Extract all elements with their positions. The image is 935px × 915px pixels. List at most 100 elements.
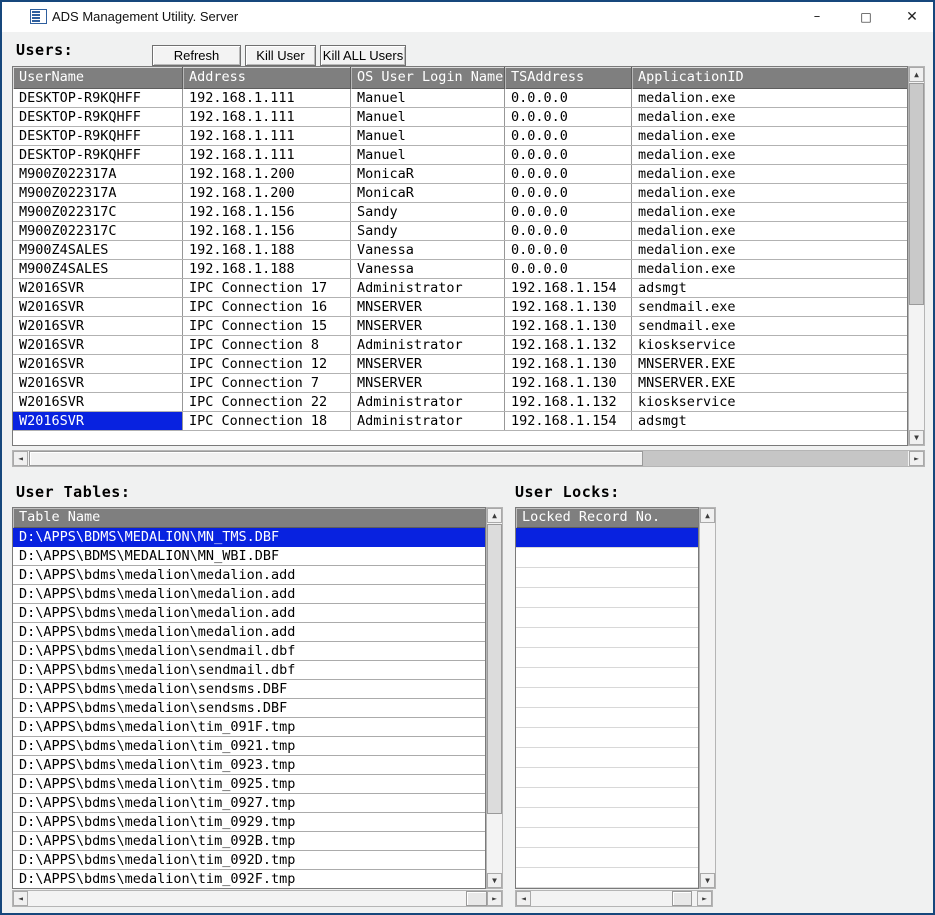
scroll-up-arrow-icon[interactable]: ▲ <box>700 508 715 523</box>
user-row[interactable]: W2016SVRIPC Connection 22Administrator19… <box>13 393 907 412</box>
users-hscroll-thumb[interactable] <box>29 451 643 466</box>
user-row[interactable]: W2016SVRIPC Connection 7MNSERVER192.168.… <box>13 374 907 393</box>
kill-user-button[interactable]: Kill User <box>245 45 316 66</box>
lock-row[interactable] <box>516 588 698 608</box>
user-row[interactable]: W2016SVRIPC Connection 15MNSERVER192.168… <box>13 317 907 336</box>
lock-row[interactable] <box>516 688 698 708</box>
user-row[interactable]: M900Z4SALES192.168.1.188Vanessa0.0.0.0me… <box>13 260 907 279</box>
user-row[interactable]: M900Z022317C192.168.1.156Sandy0.0.0.0med… <box>13 203 907 222</box>
table-row[interactable]: D:\APPS\bdms\medalion\tim_0925.tmp <box>13 775 485 794</box>
user-row[interactable]: W2016SVRIPC Connection 17Administrator19… <box>13 279 907 298</box>
user-tables-horizontal-scrollbar[interactable]: ◄ ► <box>12 890 503 907</box>
table-row[interactable]: D:\APPS\bdms\medalion\medalion.add <box>13 623 485 642</box>
scroll-right-arrow-icon[interactable]: ► <box>697 891 712 906</box>
titlebar[interactable]: ADS Management Utility. Server – □ ✕ <box>2 2 933 32</box>
users-table: UserName Address OS User Login Name TSAd… <box>12 66 908 446</box>
scroll-up-arrow-icon[interactable]: ▲ <box>909 67 924 82</box>
scroll-up-arrow-icon[interactable]: ▲ <box>487 508 502 523</box>
table-row[interactable]: D:\APPS\bdms\medalion\medalion.add <box>13 585 485 604</box>
kill-all-users-button[interactable]: Kill ALL Users <box>320 45 406 66</box>
user-cell: W2016SVR <box>13 355 183 373</box>
scroll-left-arrow-icon[interactable]: ◄ <box>516 891 531 906</box>
user-row[interactable]: W2016SVRIPC Connection 12MNSERVER192.168… <box>13 355 907 374</box>
lock-row[interactable] <box>516 628 698 648</box>
scroll-right-arrow-icon[interactable]: ► <box>909 451 924 466</box>
column-header-applicationid[interactable]: ApplicationID <box>632 67 907 89</box>
table-row[interactable]: D:\APPS\bdms\medalion\sendmail.dbf <box>13 661 485 680</box>
scroll-down-arrow-icon[interactable]: ▼ <box>487 873 502 888</box>
users-vscroll-thumb[interactable] <box>909 83 924 305</box>
lock-row[interactable] <box>516 868 698 888</box>
table-row[interactable]: D:\APPS\bdms\medalion\tim_0923.tmp <box>13 756 485 775</box>
user-tables-vscroll-thumb[interactable] <box>487 524 502 814</box>
user-tables-vertical-scrollbar[interactable]: ▲ ▼ <box>486 507 503 889</box>
table-row[interactable]: D:\APPS\bdms\medalion\tim_0921.tmp <box>13 737 485 756</box>
users-hscroll-track[interactable] <box>643 451 908 466</box>
table-row[interactable]: D:\APPS\bdms\medalion\sendmail.dbf <box>13 642 485 661</box>
minimize-button[interactable]: – <box>794 2 840 32</box>
table-row[interactable]: D:\APPS\bdms\medalion\sendsms.DBF <box>13 680 485 699</box>
column-header-tsaddress[interactable]: TSAddress <box>505 67 632 89</box>
table-row[interactable]: D:\APPS\bdms\medalion\tim_092D.tmp <box>13 851 485 870</box>
user-row[interactable]: W2016SVRIPC Connection 16MNSERVER192.168… <box>13 298 907 317</box>
lock-row[interactable] <box>516 668 698 688</box>
user-cell: W2016SVR <box>13 298 183 316</box>
lock-row[interactable] <box>516 728 698 748</box>
users-vertical-scrollbar[interactable]: ▲ ▼ <box>908 66 925 446</box>
user-row[interactable]: DESKTOP-R9KQHFF192.168.1.111Manuel0.0.0.… <box>13 127 907 146</box>
lock-row[interactable] <box>516 528 698 548</box>
user-row[interactable]: M900Z4SALES192.168.1.188Vanessa0.0.0.0me… <box>13 241 907 260</box>
refresh-button[interactable]: Refresh <box>152 45 241 66</box>
lock-row[interactable] <box>516 608 698 628</box>
user-locks-hscroll-thumb[interactable] <box>672 891 692 906</box>
user-row[interactable]: DESKTOP-R9KQHFF192.168.1.111Manuel0.0.0.… <box>13 146 907 165</box>
column-header-table-name[interactable]: Table Name <box>13 508 485 528</box>
column-header-os-user-login-name[interactable]: OS User Login Name <box>351 67 505 89</box>
user-cell: 192.168.1.111 <box>183 108 351 126</box>
users-horizontal-scrollbar[interactable]: ◄ ► <box>12 450 925 467</box>
table-row[interactable]: D:\APPS\bdms\medalion\medalion.add <box>13 604 485 623</box>
lock-row[interactable] <box>516 788 698 808</box>
table-row[interactable]: D:\APPS\bdms\medalion\tim_092F.tmp <box>13 870 485 889</box>
user-tables-hscroll-thumb[interactable] <box>466 891 487 906</box>
user-row[interactable]: W2016SVRIPC Connection 18Administrator19… <box>13 412 907 431</box>
user-row[interactable]: M900Z022317A192.168.1.200MonicaR0.0.0.0m… <box>13 165 907 184</box>
lock-row[interactable] <box>516 708 698 728</box>
scroll-left-arrow-icon[interactable]: ◄ <box>13 451 28 466</box>
scroll-down-arrow-icon[interactable]: ▼ <box>909 430 924 445</box>
lock-row[interactable] <box>516 828 698 848</box>
table-row[interactable]: D:\APPS\bdms\medalion\sendsms.DBF <box>13 699 485 718</box>
user-cell: 0.0.0.0 <box>505 89 632 107</box>
lock-row[interactable] <box>516 568 698 588</box>
lock-row[interactable] <box>516 768 698 788</box>
table-row[interactable]: D:\APPS\BDMS\MEDALION\MN_WBI.DBF <box>13 547 485 566</box>
table-row[interactable]: D:\APPS\bdms\medalion\medalion.add <box>13 566 485 585</box>
user-row[interactable]: M900Z022317A192.168.1.200MonicaR0.0.0.0m… <box>13 184 907 203</box>
user-row[interactable]: M900Z022317C192.168.1.156Sandy0.0.0.0med… <box>13 222 907 241</box>
table-row[interactable]: D:\APPS\BDMS\MEDALION\MN_TMS.DBF <box>13 528 485 547</box>
table-row[interactable]: D:\APPS\bdms\medalion\tim_0929.tmp <box>13 813 485 832</box>
table-row[interactable]: D:\APPS\bdms\medalion\tim_0927.tmp <box>13 794 485 813</box>
lock-row[interactable] <box>516 748 698 768</box>
user-tables-list-body: D:\APPS\BDMS\MEDALION\MN_TMS.DBFD:\APPS\… <box>13 528 485 889</box>
scroll-left-arrow-icon[interactable]: ◄ <box>13 891 28 906</box>
table-row[interactable]: D:\APPS\bdms\medalion\tim_091F.tmp <box>13 718 485 737</box>
close-button[interactable]: ✕ <box>889 2 935 32</box>
user-row[interactable]: DESKTOP-R9KQHFF192.168.1.111Manuel0.0.0.… <box>13 108 907 127</box>
user-row[interactable]: DESKTOP-R9KQHFF192.168.1.111Manuel0.0.0.… <box>13 89 907 108</box>
user-locks-horizontal-scrollbar[interactable]: ◄ ► <box>515 890 713 907</box>
user-cell: 192.168.1.130 <box>505 317 632 335</box>
lock-row[interactable] <box>516 648 698 668</box>
lock-row[interactable] <box>516 848 698 868</box>
column-header-username[interactable]: UserName <box>13 67 183 89</box>
scroll-down-arrow-icon[interactable]: ▼ <box>700 873 715 888</box>
lock-row[interactable] <box>516 808 698 828</box>
scroll-right-arrow-icon[interactable]: ► <box>487 891 502 906</box>
lock-row[interactable] <box>516 548 698 568</box>
user-locks-vertical-scrollbar[interactable]: ▲ ▼ <box>699 507 716 889</box>
column-header-locked-record-no[interactable]: Locked Record No. <box>516 508 698 528</box>
user-row[interactable]: W2016SVRIPC Connection 8Administrator192… <box>13 336 907 355</box>
table-row[interactable]: D:\APPS\bdms\medalion\tim_092B.tmp <box>13 832 485 851</box>
column-header-address[interactable]: Address <box>183 67 351 89</box>
maximize-button[interactable]: □ <box>843 2 889 32</box>
